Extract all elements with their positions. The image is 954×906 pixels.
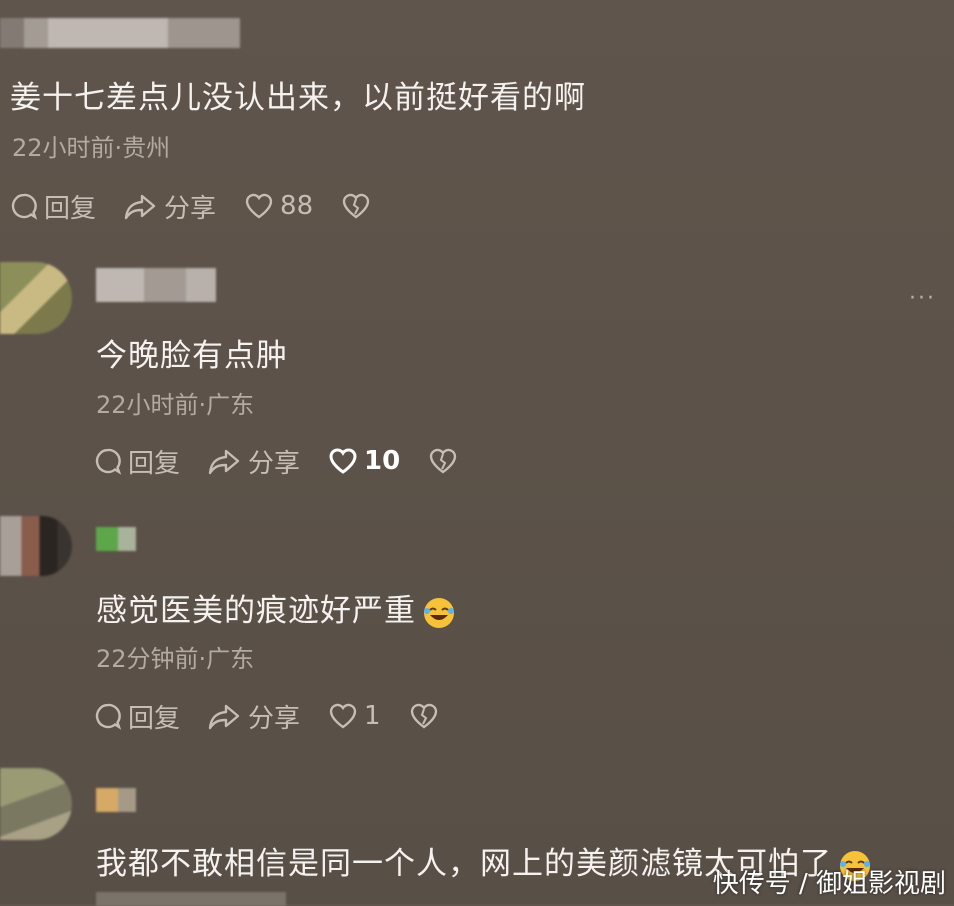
like-count: 1 [364,701,381,731]
share-button[interactable]: 分享 [208,698,300,735]
avatar[interactable] [0,262,72,334]
heart-icon [329,703,357,729]
broken-heart-icon [410,703,437,729]
like-count: 88 [280,191,314,221]
share-arrow-icon [208,449,240,475]
reply-label: 回复 [128,448,181,479]
share-button[interactable]: 分享 [208,443,300,480]
comment-actions: 回复 分享 10 [94,441,492,481]
username-blur [96,788,136,812]
laughing-emoji-icon [424,597,454,628]
reply-button[interactable]: 回复 [94,443,180,480]
reply-label: 回复 [44,193,97,224]
share-label: 分享 [248,448,301,479]
comment-bubble-icon [95,703,122,730]
username-blur [96,527,136,551]
comment-meta: 22小时前·贵州 [12,134,171,162]
broken-heart-icon [342,193,370,219]
reply-button[interactable]: 回复 [94,698,180,735]
dislike-button[interactable] [341,192,377,220]
more-options-button[interactable]: ··· [909,286,936,311]
like-count: 10 [364,446,401,476]
comment-text: 今晚脸有点肿 [96,338,288,374]
comment-bubble-icon [95,448,122,475]
broken-heart-icon [430,448,457,474]
comment-meta: 22小时前·广东 [96,391,255,419]
avatar[interactable] [0,516,72,576]
share-arrow-icon [208,704,240,730]
username-blur-top [0,18,240,48]
like-button[interactable]: 1 [328,701,381,731]
comment-text: 姜十七差点儿没认出来，以前挺好看的啊 [10,80,586,116]
heart-icon [245,193,273,219]
like-button[interactable]: 10 [328,446,400,476]
dislike-button[interactable] [409,702,445,730]
like-button[interactable]: 88 [244,191,313,221]
comment-bubble-icon [11,193,38,220]
share-arrow-icon [124,194,156,220]
comment-text: 感觉医美的痕迹好严重 [96,585,456,630]
avatar[interactable] [0,768,72,840]
comment-text-content: 感觉医美的痕迹好严重 [96,593,416,629]
share-label: 分享 [164,193,217,224]
reply-button[interactable]: 回复 [10,188,96,225]
comment-actions: 回复 分享 1 [94,696,473,736]
heart-icon [329,448,357,474]
comment-meta: 22分钟前·广东 [96,645,255,673]
share-button[interactable]: 分享 [124,188,216,225]
username-blur [96,268,216,302]
share-label: 分享 [248,703,301,734]
comment-actions: 回复 分享 88 [10,186,405,226]
dislike-button[interactable] [428,447,464,475]
reply-label: 回复 [128,703,181,734]
watermark: 快传号 / 御姐影视剧 [712,869,946,899]
